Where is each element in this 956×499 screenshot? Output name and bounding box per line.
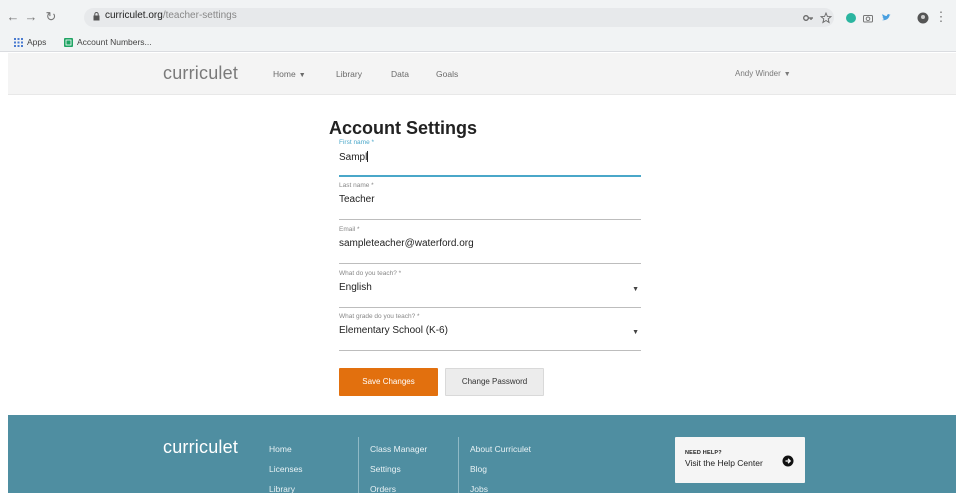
field-underline (339, 307, 641, 308)
apps-grid-icon (14, 37, 23, 47)
star-icon[interactable] (819, 11, 833, 24)
footer-link-about[interactable]: About Curriculet (470, 439, 531, 459)
footer-column-1: Home Licenses Library (269, 439, 303, 499)
forward-arrow-icon[interactable]: → (24, 9, 38, 25)
extension-camera-icon[interactable] (862, 11, 874, 23)
field-underline (339, 175, 641, 177)
menu-dots-icon[interactable]: ⋮ (934, 9, 948, 25)
bookmark-label: Apps (27, 37, 47, 47)
browser-toolbar: ← → ↻ curriculet.org/teacher-settings ⋮ (0, 0, 956, 34)
field-underline (339, 263, 641, 264)
field-underline (339, 219, 641, 220)
chevron-down-icon: ▼ (298, 72, 306, 79)
footer-link-settings[interactable]: Settings (370, 459, 427, 479)
save-changes-button[interactable]: Save Changes (339, 368, 438, 396)
help-link-text: Visit the Help Center (685, 458, 763, 468)
email-field[interactable]: Email * sampleteacher@waterford.org (339, 226, 641, 264)
field-underline (339, 350, 641, 351)
nav-library[interactable]: Library (336, 69, 362, 79)
field-label: First name * (339, 139, 375, 146)
field-label: What grade do you teach? * (339, 313, 420, 320)
field-label: What do you teach? * (339, 270, 402, 277)
bookmark-apps[interactable]: Apps (14, 37, 46, 47)
help-center-box[interactable]: NEED HELP? Visit the Help Center (675, 437, 805, 483)
dropdown-arrow-icon[interactable]: ▼ (632, 286, 639, 293)
user-name: Andy Winder (735, 69, 781, 78)
reload-icon[interactable]: ↻ (44, 9, 58, 25)
sheets-icon (64, 37, 73, 47)
bookmarks-bar: Apps Account Numbers... (0, 34, 956, 52)
subject-value[interactable]: English (339, 282, 372, 293)
footer-link-orders[interactable]: Orders (370, 479, 427, 499)
help-heading: NEED HELP? (685, 450, 722, 456)
nav-home-label: Home (273, 69, 296, 79)
grade-select[interactable]: What grade do you teach? * Elementary Sc… (339, 313, 641, 351)
footer-column-2: Class Manager Settings Orders (370, 439, 427, 499)
first-name-field[interactable]: First name * Sampl (339, 139, 641, 177)
site-logo[interactable]: curriculet (163, 63, 238, 84)
grade-value[interactable]: Elementary School (K-6) (339, 325, 448, 336)
field-value: Sampl (339, 152, 368, 163)
url-host: curriculet.org (105, 10, 163, 21)
footer-logo[interactable]: curriculet (163, 437, 238, 458)
lock-icon (93, 12, 100, 21)
last-name-input[interactable]: Teacher (339, 194, 375, 205)
change-password-button[interactable]: Change Password (445, 368, 544, 396)
arrow-circle-right-icon (782, 454, 794, 467)
footer-link-home[interactable]: Home (269, 439, 303, 459)
user-menu[interactable]: Andy Winder ▼ (735, 69, 791, 78)
url-path: /teacher-settings (162, 10, 237, 21)
site-footer: curriculet Home Licenses Library Class M… (8, 415, 956, 494)
nav-data[interactable]: Data (391, 69, 409, 79)
bookmark-label: Account Numbers... (77, 37, 152, 47)
nav-home[interactable]: Home ▼ (273, 69, 306, 79)
text-cursor (367, 151, 369, 162)
key-icon[interactable] (802, 11, 814, 23)
chevron-down-icon: ▼ (783, 71, 791, 78)
site-header: curriculet Home ▼ Library Data Goals Andy… (8, 53, 956, 95)
page-title: Account Settings (329, 118, 478, 138)
footer-divider (358, 437, 359, 493)
subject-select[interactable]: What do you teach? * English ▼ (339, 270, 641, 308)
footer-divider (458, 437, 459, 493)
first-name-input[interactable]: Sampl (339, 151, 369, 163)
back-arrow-icon[interactable]: ← (6, 9, 20, 25)
footer-link-licenses[interactable]: Licenses (269, 459, 303, 479)
bookmark-account-numbers[interactable]: Account Numbers... (64, 37, 152, 47)
footer-link-blog[interactable]: Blog (470, 459, 531, 479)
footer-link-library[interactable]: Library (269, 479, 303, 499)
email-input[interactable]: sampleteacher@waterford.org (339, 238, 474, 249)
extension-green-icon[interactable] (845, 11, 857, 23)
last-name-field[interactable]: Last name * Teacher (339, 182, 641, 220)
nav-goals[interactable]: Goals (436, 69, 458, 79)
footer-link-class-manager[interactable]: Class Manager (370, 439, 427, 459)
twitter-icon[interactable] (880, 11, 892, 23)
address-bar[interactable]: curriculet.org/teacher-settings (84, 8, 834, 27)
dropdown-arrow-icon[interactable]: ▼ (632, 329, 639, 336)
footer-column-3: About Curriculet Blog Jobs (470, 439, 531, 499)
field-label: Last name * (339, 182, 374, 189)
profile-avatar-icon[interactable] (917, 11, 929, 24)
field-label: Email * (339, 226, 360, 233)
footer-link-jobs[interactable]: Jobs (470, 479, 531, 499)
